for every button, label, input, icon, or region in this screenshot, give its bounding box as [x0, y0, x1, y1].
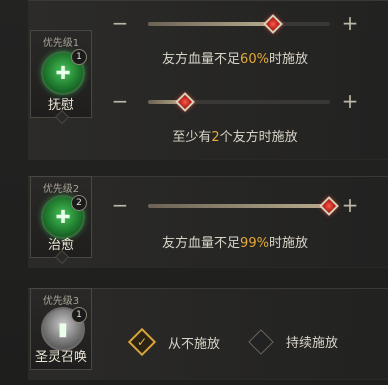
- increase-button[interactable]: +: [340, 13, 360, 34]
- condition-slider-count: − +: [110, 91, 360, 112]
- condition-suffix: 时施放: [268, 236, 308, 251]
- skill-card-2[interactable]: 优先级2 ✚ 2 治愈: [30, 176, 92, 265]
- condition-text-count: 至少有2个友方时施放: [110, 126, 360, 145]
- checkbox-unchecked[interactable]: [248, 328, 274, 355]
- skill-level-badge: 2: [71, 195, 87, 211]
- skill-level-badge: 1: [71, 49, 87, 65]
- decrease-button[interactable]: −: [110, 91, 130, 112]
- option-label: 从不施放: [168, 336, 221, 352]
- skill-name: 圣灵召唤: [34, 350, 87, 365]
- option-always-cast[interactable]: 持续施放: [248, 328, 339, 355]
- priority-label: 优先级3: [42, 296, 80, 307]
- skill-section-2: 优先级2 ✚ 2 治愈 − + 友方血量不足99%时施放: [0, 176, 388, 268]
- condition-value: 60%: [240, 52, 269, 67]
- condition-slider-hp: − +: [110, 13, 360, 34]
- decrease-button[interactable]: −: [110, 195, 130, 216]
- slider-track[interactable]: [148, 14, 330, 34]
- slider-track[interactable]: [148, 196, 340, 216]
- priority-label: 优先级1: [42, 38, 80, 49]
- condition-slider-hp: − +: [110, 195, 360, 216]
- check-icon: ✓: [136, 335, 148, 349]
- condition-prefix: 至少有: [172, 130, 212, 145]
- slider-thumb[interactable]: [175, 92, 196, 112]
- condition-prefix: 友方血量不足: [162, 236, 241, 251]
- condition-text-hp: 友方血量不足99%时施放: [110, 232, 360, 251]
- condition-value: 99%: [240, 236, 269, 251]
- checkbox-checked[interactable]: ✓: [127, 327, 157, 357]
- skill-card-3[interactable]: 优先级3 ▮ 1 圣灵召唤: [30, 288, 92, 370]
- slider-thumb[interactable]: [319, 196, 340, 216]
- skill-level-badge: 1: [71, 307, 87, 323]
- option-never-cast[interactable]: ✓ 从不施放: [127, 327, 221, 357]
- slider-fill: [148, 22, 272, 26]
- skill-section-1: 优先级1 ✚ 1 抚慰 − + 友方血量不足60%时施放 − + 至少有2个友方…: [0, 0, 388, 160]
- increase-button[interactable]: +: [340, 195, 360, 216]
- skill-section-3: 优先级3 ▮ 1 圣灵召唤 ✓ 从不施放 持续施放: [0, 288, 388, 380]
- slider-thumb[interactable]: [262, 14, 283, 34]
- skill-priority-panel: 优先级1 ✚ 1 抚慰 − + 友方血量不足60%时施放 − + 至少有2个友方…: [0, 0, 388, 385]
- condition-suffix: 个友方时施放: [219, 130, 298, 145]
- condition-value: 2: [211, 130, 220, 145]
- increase-button[interactable]: +: [340, 91, 360, 112]
- condition-prefix: 友方血量不足: [162, 52, 241, 67]
- priority-label: 优先级2: [42, 184, 80, 195]
- slider-track[interactable]: [148, 92, 330, 112]
- skill-card-1[interactable]: 优先级1 ✚ 1 抚慰: [30, 30, 92, 125]
- condition-suffix: 时施放: [268, 52, 308, 67]
- slider-fill: [148, 204, 329, 208]
- condition-text-hp: 友方血量不足60%时施放: [110, 48, 360, 67]
- decrease-button[interactable]: −: [110, 13, 130, 34]
- option-label: 持续施放: [286, 336, 339, 351]
